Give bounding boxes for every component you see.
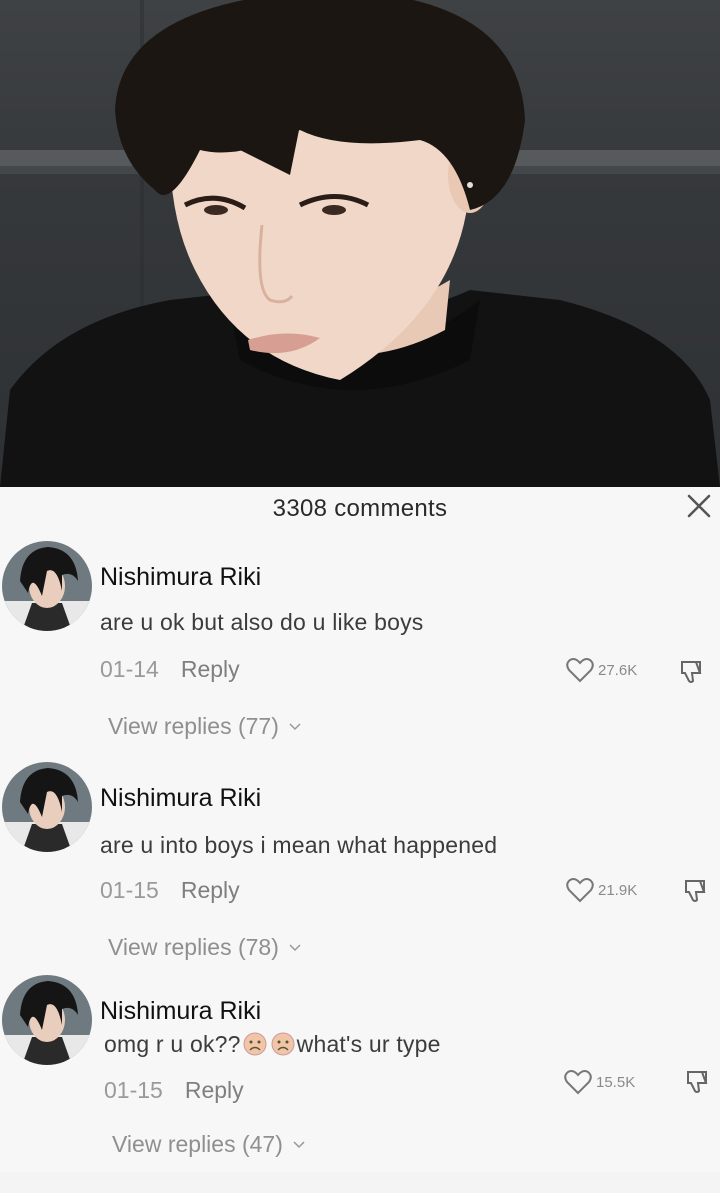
- thumbs-down-icon[interactable]: [678, 659, 704, 685]
- view-replies-link[interactable]: View replies (78): [108, 934, 301, 961]
- comment-date: 01-15: [100, 877, 159, 903]
- person-figure: [0, 0, 720, 487]
- comment-item: Nishimura Riki omg r u ok?? what's ur typ…: [0, 973, 720, 1193]
- comment-username[interactable]: Nishimura Riki: [100, 997, 261, 1026]
- comment-username[interactable]: Nishimura Riki: [100, 563, 261, 592]
- comment-item: Nishimura Riki are u ok but also do u li…: [0, 539, 720, 759]
- view-replies-link[interactable]: View replies (77): [108, 713, 301, 740]
- comment-meta: 01-15 Reply: [104, 1077, 244, 1104]
- like-count: 15.5K: [596, 1073, 636, 1091]
- view-replies-label: View replies (78): [108, 934, 279, 960]
- comment-meta: 01-14 Reply: [100, 656, 240, 683]
- view-replies-label: View replies (47): [112, 1131, 283, 1157]
- heart-icon: [564, 1070, 592, 1095]
- chevron-down-icon: [289, 722, 301, 730]
- chevron-down-icon: [289, 943, 301, 951]
- comments-count-title: 3308 comments: [272, 495, 448, 522]
- reply-button[interactable]: Reply: [181, 877, 240, 903]
- comment-username[interactable]: Nishimura Riki: [100, 784, 261, 813]
- like-button[interactable]: 21.9K: [566, 877, 637, 903]
- sad-face-emoji: [271, 1032, 295, 1056]
- avatar[interactable]: [2, 762, 92, 852]
- comment-text: omg r u ok?? what's ur type: [104, 1031, 441, 1058]
- like-count: 21.9K: [598, 881, 638, 899]
- sad-face-emoji: [243, 1032, 267, 1056]
- view-replies-label: View replies (77): [108, 713, 279, 739]
- comments-panel: 3308 comments Nishimura Riki are u ok bu…: [0, 487, 720, 1172]
- reply-button[interactable]: Reply: [185, 1077, 244, 1103]
- heart-icon: [566, 658, 594, 683]
- like-button[interactable]: 27.6K: [566, 657, 637, 683]
- comment-date: 01-14: [100, 656, 159, 682]
- avatar[interactable]: [2, 975, 92, 1065]
- comment-text-part: what's ur type: [296, 1031, 441, 1057]
- chevron-down-icon: [293, 1140, 305, 1148]
- heart-icon: [566, 878, 594, 903]
- comment-text: are u ok but also do u like boys: [100, 609, 424, 635]
- comment-text: are u into boys i mean what happened: [100, 832, 498, 858]
- thumbs-down-icon[interactable]: [682, 878, 708, 904]
- view-replies-link[interactable]: View replies (47): [112, 1131, 305, 1158]
- comment-date: 01-15: [104, 1077, 163, 1103]
- comment-item: Nishimura Riki are u into boys i mean wh…: [0, 760, 720, 980]
- video-frame[interactable]: [0, 0, 720, 487]
- like-button[interactable]: 15.5K: [564, 1069, 635, 1095]
- comment-text-part: omg r u ok??: [104, 1031, 241, 1057]
- close-icon[interactable]: [682, 489, 716, 523]
- comment-meta: 01-15 Reply: [100, 877, 240, 904]
- avatar[interactable]: [2, 541, 92, 631]
- thumbs-down-icon[interactable]: [684, 1069, 710, 1095]
- reply-button[interactable]: Reply: [181, 656, 240, 682]
- like-count: 27.6K: [598, 661, 638, 679]
